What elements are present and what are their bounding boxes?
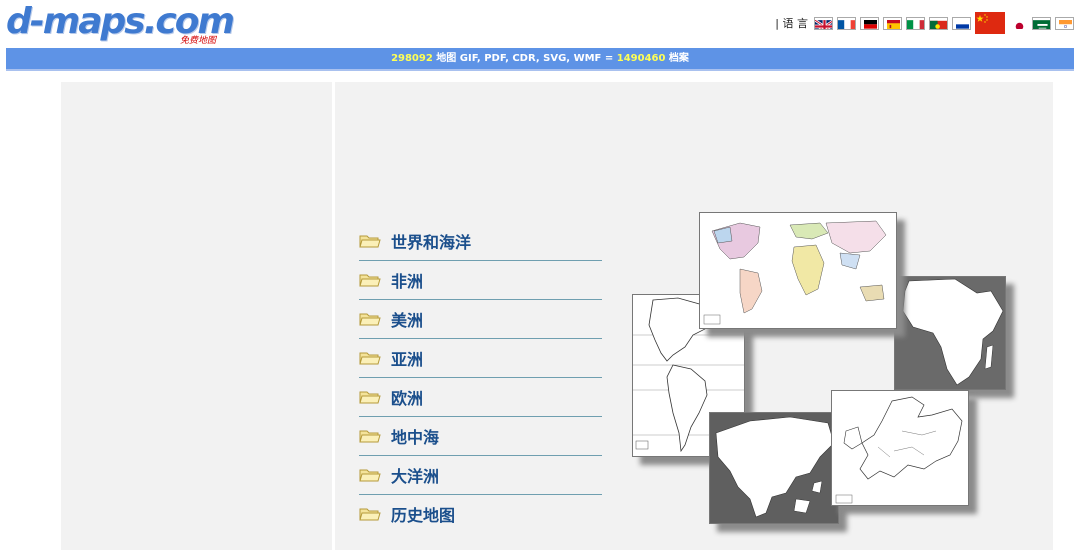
flag-italian-icon[interactable] xyxy=(906,16,925,30)
africa-map-thumbnail[interactable] xyxy=(894,276,1006,390)
menu-item-africa[interactable]: 非洲 xyxy=(359,261,602,300)
flag-hindi-icon[interactable] xyxy=(1055,16,1074,30)
flag-russian-icon[interactable] xyxy=(952,16,971,30)
folder-icon xyxy=(359,235,381,247)
flag-arabic-icon[interactable] xyxy=(1032,16,1051,30)
language-label: | 语 言 xyxy=(775,17,808,30)
menu-item-europe[interactable]: 欧洲 xyxy=(359,378,602,417)
menu-item-oceania[interactable]: 大洋洲 xyxy=(359,456,602,495)
language-selector: | 语 言 xyxy=(775,12,1074,34)
logo-subtitle: 免费地图 xyxy=(180,36,217,46)
site-header: d-maps.com 免费地图 | 语 言 xyxy=(0,0,1080,48)
files-count: 1490460 xyxy=(616,53,666,64)
world-map-thumbnail[interactable] xyxy=(699,212,897,329)
folder-icon xyxy=(359,469,381,481)
flag-german-icon[interactable] xyxy=(860,16,879,30)
menu-item-label: 地中海 xyxy=(391,428,440,447)
menu-item-mediterranean[interactable]: 地中海 xyxy=(359,417,602,456)
folder-icon xyxy=(359,430,381,442)
menu-item-americas[interactable]: 美洲 xyxy=(359,300,602,339)
folder-icon xyxy=(359,274,381,286)
folder-icon xyxy=(359,352,381,364)
menu-item-label: 大洋洲 xyxy=(391,467,440,486)
flag-french-icon[interactable] xyxy=(837,16,856,30)
folder-icon xyxy=(359,313,381,325)
flag-english-icon[interactable] xyxy=(814,16,833,30)
flag-japanese-icon[interactable] xyxy=(1009,16,1028,30)
menu-item-label: 亚洲 xyxy=(391,350,424,369)
menu-item-label: 美洲 xyxy=(391,311,424,330)
menu-item-label: 历史地图 xyxy=(391,506,456,525)
site-logo[interactable]: d-maps.com 免费地图 xyxy=(6,2,235,47)
menu-item-label: 欧洲 xyxy=(391,389,424,408)
menu-item-label: 世界和海洋 xyxy=(391,233,472,252)
banner-formats-text: 地图 GIF, PDF, CDR, SVG, WMF = xyxy=(432,53,617,64)
menu-item-world-oceans[interactable]: 世界和海洋 xyxy=(359,222,602,261)
folder-icon xyxy=(359,391,381,403)
stats-banner: 298092 地图 GIF, PDF, CDR, SVG, WMF = 1490… xyxy=(6,48,1074,71)
flag-spanish-icon[interactable] xyxy=(883,16,902,30)
menu-item-label: 非洲 xyxy=(391,272,424,291)
menu-item-historical-maps[interactable]: 历史地图 xyxy=(359,495,602,533)
banner-suffix: 档案 xyxy=(665,53,689,64)
europe-map-thumbnail[interactable] xyxy=(831,390,969,506)
menu-item-asia[interactable]: 亚洲 xyxy=(359,339,602,378)
left-panel xyxy=(61,82,332,550)
folder-icon xyxy=(359,508,381,520)
asia-map-thumbnail[interactable] xyxy=(709,412,839,524)
flag-chinese-icon[interactable] xyxy=(975,12,1005,34)
region-menu: 世界和海洋 非洲 美洲 亚洲 欧洲 地中海 大洋洲 历史地图 xyxy=(359,222,602,533)
maps-count: 298092 xyxy=(391,53,433,64)
map-collage xyxy=(632,212,1012,537)
flag-portuguese-icon[interactable] xyxy=(929,16,948,30)
